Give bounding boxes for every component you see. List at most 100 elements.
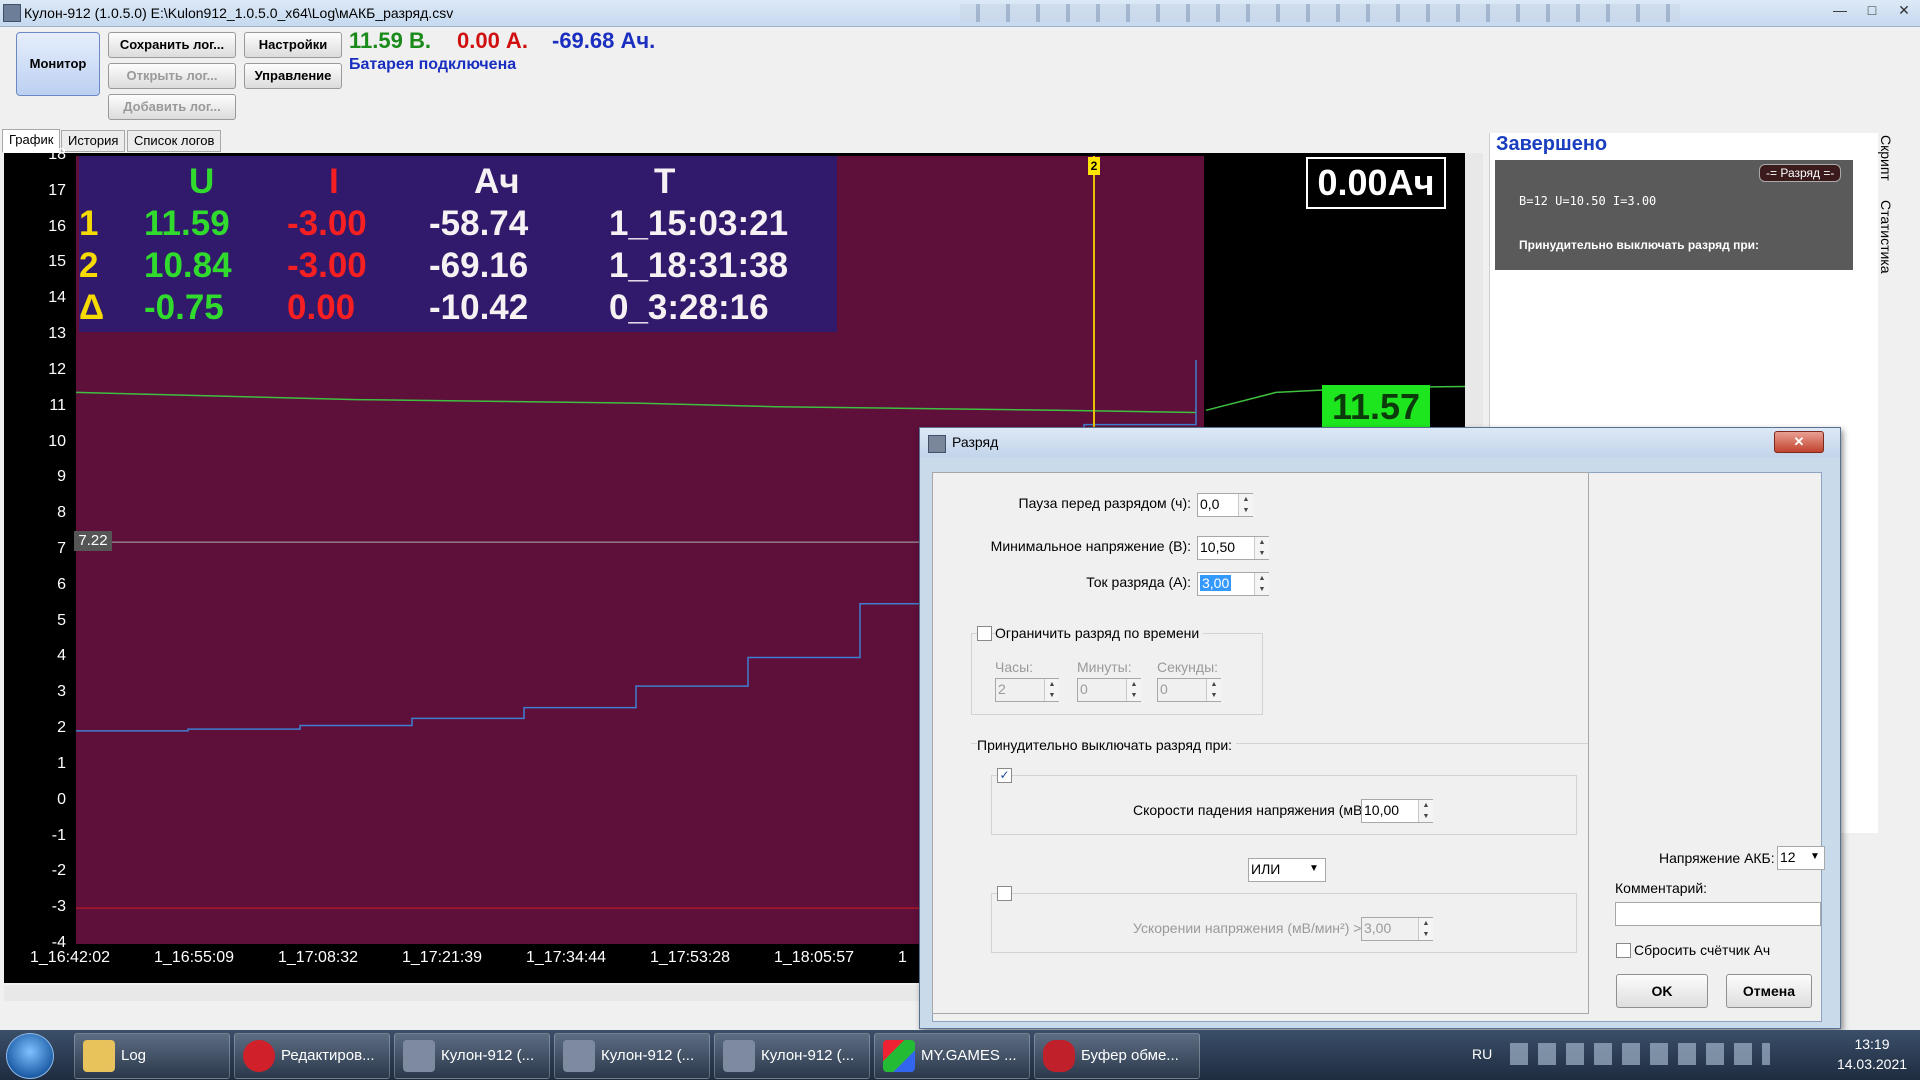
minimize-button[interactable]: — — [1824, 0, 1856, 20]
close-button[interactable]: ✕ — [1888, 0, 1920, 20]
taskbar-label: Log — [121, 1047, 147, 1064]
script-line: B=12 U=10.50 I=3.00 — [1519, 194, 1657, 208]
row-u: 10.84 — [144, 246, 232, 285]
control-button[interactable]: Управление — [244, 63, 342, 89]
maximize-button[interactable]: □ — [1856, 0, 1888, 20]
reset-ah-checkbox[interactable] — [1616, 943, 1631, 958]
row-ah: -58.74 — [429, 204, 529, 243]
spin-arrows[interactable]: ▲ ▼ — [1044, 679, 1059, 701]
app-icon — [3, 4, 21, 22]
y-tick-label: 9 — [57, 468, 66, 486]
spin-arrows[interactable]: ▲ ▼ — [1206, 679, 1221, 701]
clock-date[interactable]: 14.03.2021 — [1830, 1056, 1914, 1072]
spin-arrows[interactable]: ▲ ▼ — [1254, 537, 1269, 559]
tab-log-list[interactable]: Список логов — [127, 130, 222, 152]
clock-time[interactable]: 13:19 — [1838, 1036, 1906, 1052]
chevron-down-icon: ▼ — [1309, 863, 1319, 874]
current-field[interactable]: 3,00 ▲ ▼ — [1197, 572, 1269, 596]
language-indicator[interactable]: RU — [1472, 1046, 1492, 1062]
clipboard-icon — [1043, 1040, 1075, 1072]
tab-history[interactable]: История — [61, 130, 126, 152]
spin-arrows[interactable]: ▲ ▼ — [1238, 494, 1253, 516]
taskbar-item[interactable]: Буфер обме... — [1034, 1033, 1200, 1079]
row-label: 2 — [79, 246, 99, 285]
taskbar-item[interactable]: Кулон-912 (... — [394, 1033, 550, 1079]
x-tick-label: 1 — [898, 949, 907, 966]
y-tick-label: 10 — [48, 432, 66, 450]
spin-arrows[interactable]: ▲ ▼ — [1126, 679, 1141, 701]
ok-button[interactable]: OK — [1616, 974, 1708, 1008]
comment-input[interactable] — [1615, 902, 1821, 926]
settings-button[interactable]: Настройки — [244, 32, 342, 58]
tab-statistics[interactable]: Статистика — [1874, 200, 1894, 274]
seconds-field[interactable]: 0 ▲ ▼ — [1157, 678, 1221, 702]
cancel-button[interactable]: Отмена — [1726, 974, 1812, 1008]
monitor-button[interactable]: Монитор — [16, 32, 100, 96]
col-u-header: U — [189, 162, 215, 201]
kulon-icon — [723, 1040, 755, 1072]
ah-badge: 0.00Ач — [1306, 157, 1446, 209]
taskbar-item[interactable]: Кулон-912 (... — [554, 1033, 710, 1079]
voltage-series-line — [76, 391, 1197, 414]
spin-arrows[interactable]: ▲ ▼ — [1418, 800, 1433, 822]
current-label: Ток разряда (А): — [1086, 574, 1191, 590]
y-tick-label: 1 — [57, 754, 66, 772]
folder-icon — [83, 1040, 115, 1072]
min-voltage-label: Минимальное напряжение (В): — [990, 538, 1191, 554]
drop-rate-checkbox[interactable]: ✓ — [997, 768, 1012, 783]
y-tick-label: 8 — [57, 504, 66, 522]
taskbar-item[interactable]: MY.GAMES ... — [874, 1033, 1030, 1079]
start-button[interactable] — [6, 1033, 54, 1079]
accel-field[interactable]: 3,00 ▲ ▼ — [1361, 917, 1433, 941]
current-readout: 0.00 А. — [457, 28, 528, 53]
title-bar: Кулон-912 (1.0.5.0) E:\Kulon912_1.0.5.0_… — [0, 0, 1920, 27]
min-voltage-value: 10,50 — [1200, 539, 1236, 555]
taskbar-item[interactable]: Редактиров... — [234, 1033, 390, 1079]
cursor-marker-label[interactable]: 2 — [1088, 157, 1100, 175]
taskbar-label: Редактиров... — [281, 1047, 375, 1064]
add-log-button[interactable]: Добавить лог... — [108, 94, 236, 120]
tab-script[interactable]: Скрипт — [1874, 135, 1894, 181]
row-u: 11.59 — [144, 204, 230, 243]
hours-label: Часы: — [995, 659, 1034, 675]
script-line: Принудительно выключать разряд при: — [1519, 238, 1760, 252]
open-log-button[interactable]: Открыть лог... — [108, 63, 236, 89]
time-limit-checkbox[interactable] — [977, 626, 992, 641]
taskbar-item[interactable]: Log — [74, 1033, 230, 1079]
y-tick-label: -3 — [51, 898, 66, 916]
seconds-label: Секунды: — [1157, 659, 1219, 675]
battery-status: Батарея подключена — [349, 56, 517, 73]
logic-select[interactable]: ИЛИ ▼ — [1248, 858, 1326, 882]
dialog-close-button[interactable]: ✕ — [1774, 431, 1824, 453]
y-tick-label: 5 — [57, 611, 66, 629]
voltage-readout: 11.59 В. — [349, 28, 431, 53]
tray-icons[interactable] — [1510, 1043, 1770, 1065]
minutes-label: Минуты: — [1077, 659, 1132, 675]
row-u: -0.75 — [144, 288, 224, 327]
hours-field[interactable]: 2 ▲ ▼ — [995, 678, 1059, 702]
accel-checkbox[interactable] — [997, 886, 1012, 901]
minutes-field[interactable]: 0 ▲ ▼ — [1077, 678, 1141, 702]
save-log-button[interactable]: Сохранить лог... — [108, 32, 236, 58]
drop-rate-field[interactable]: 10,00 ▲ ▼ — [1361, 799, 1433, 823]
row-i: -3.00 — [287, 246, 367, 285]
pause-field[interactable]: 0,0 ▲ ▼ — [1197, 493, 1253, 517]
x-tick-label: 1_18:05:57 — [774, 949, 855, 966]
reset-ah-label: Сбросить счётчик Ач — [1634, 942, 1771, 958]
pause-value: 0,0 — [1200, 496, 1220, 512]
taskbar-label: Кулон-912 (... — [601, 1047, 695, 1064]
col-ah-header: Ач — [474, 162, 520, 201]
taskbar-label: Кулон-912 (... — [761, 1047, 855, 1064]
y-tick-label: 15 — [48, 253, 66, 271]
row-label: Δ — [79, 288, 105, 327]
y-tick-label: 12 — [48, 360, 66, 378]
min-voltage-field[interactable]: 10,50 ▲ ▼ — [1197, 536, 1269, 560]
x-tick-label: 1_16:55:09 — [154, 949, 235, 966]
spin-arrows[interactable]: ▲ ▼ — [1418, 918, 1433, 940]
spin-arrows[interactable]: ▲ ▼ — [1254, 573, 1269, 595]
x-tick-label: 1_17:34:44 — [526, 949, 607, 966]
y-tick-label: 0 — [57, 790, 66, 808]
y-tick-label: 7 — [57, 540, 66, 557]
battery-voltage-select[interactable]: 12 ▼ — [1777, 846, 1825, 870]
taskbar-item[interactable]: Кулон-912 (... — [714, 1033, 870, 1079]
